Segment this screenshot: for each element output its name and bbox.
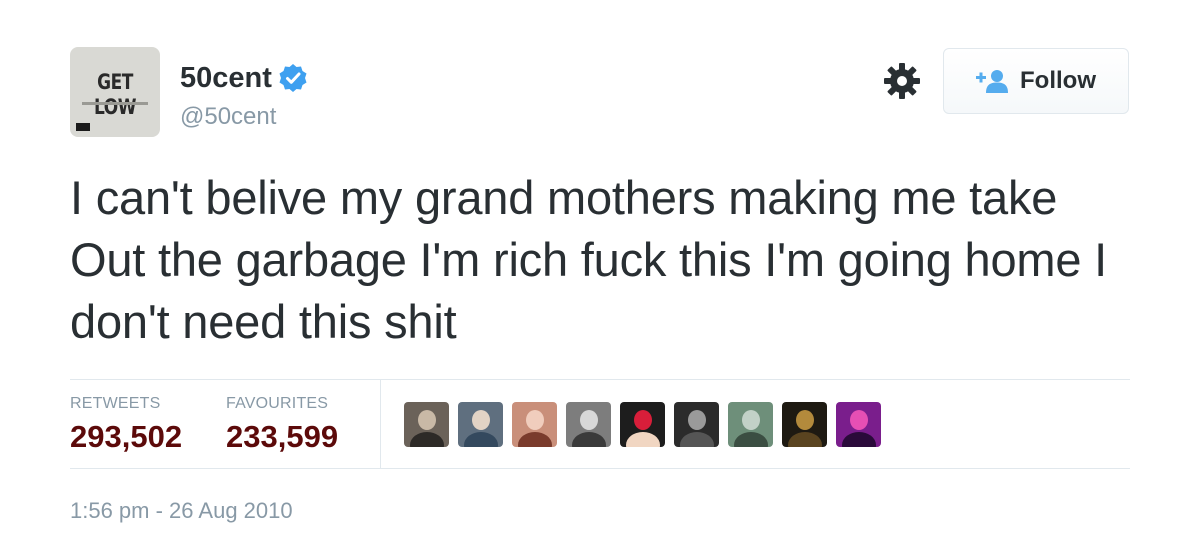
- avatar-face-shape: [472, 410, 490, 430]
- avatar-body-shape: [788, 432, 822, 447]
- avatar-body-shape: [572, 432, 606, 447]
- user-handle[interactable]: @50cent: [180, 103, 276, 131]
- favouriter-avatar[interactable]: [566, 402, 611, 447]
- favouriter-avatar[interactable]: [404, 402, 449, 447]
- avatar-face-shape: [742, 410, 760, 430]
- avatar-face-shape: [634, 410, 652, 430]
- avatar-body-shape: [464, 432, 498, 447]
- avatar-text: GET LOW: [94, 70, 136, 120]
- tweet-text: I can't belive my grand mothers making m…: [70, 171, 1108, 348]
- avatar-face-shape: [580, 410, 598, 430]
- favouriter-avatars: [404, 402, 881, 447]
- verified-badge-icon: [279, 64, 307, 92]
- name-row: 50cent: [180, 58, 308, 98]
- tweet-timestamp[interactable]: 1:56 pm - 26 Aug 2010: [70, 498, 293, 524]
- avatar-face-shape: [850, 410, 868, 430]
- tweet-card: GET LOW 50cent @50cent Follow I can't be…: [0, 0, 1200, 538]
- stats-separator: [380, 380, 381, 468]
- favourites-stat[interactable]: FAVOURITES 233,599: [226, 395, 338, 455]
- gear-icon[interactable]: [883, 62, 921, 100]
- stats-divider-bottom: [70, 468, 1130, 469]
- favouriter-avatar[interactable]: [512, 402, 557, 447]
- avatar-body-shape: [626, 432, 660, 447]
- add-user-icon: [976, 70, 1008, 93]
- favouriter-avatar[interactable]: [836, 402, 881, 447]
- parental-advisory-badge: [76, 123, 90, 131]
- avatar-face-shape: [796, 410, 814, 430]
- favouriter-avatar[interactable]: [728, 402, 773, 447]
- avatar-body-shape: [680, 432, 714, 447]
- avatar-subtext-line: [82, 102, 148, 105]
- display-name[interactable]: 50cent: [180, 63, 272, 93]
- avatar-face-shape: [526, 410, 544, 430]
- favouriter-avatar[interactable]: [782, 402, 827, 447]
- avatar-face-shape: [418, 410, 436, 430]
- favouriter-avatar[interactable]: [620, 402, 665, 447]
- retweets-stat[interactable]: RETWEETS 293,502: [70, 395, 182, 455]
- stats-divider-top: [70, 379, 1130, 380]
- favouriter-avatar[interactable]: [458, 402, 503, 447]
- user-avatar[interactable]: GET LOW: [70, 47, 160, 137]
- retweets-label: RETWEETS: [70, 395, 161, 412]
- favourites-label: FAVOURITES: [226, 395, 329, 412]
- avatar-body-shape: [734, 432, 768, 447]
- avatar-body-shape: [518, 432, 552, 447]
- avatar-face-shape: [688, 410, 706, 430]
- retweets-count: 293,502: [70, 419, 183, 454]
- avatar-body-shape: [410, 432, 444, 447]
- follow-button[interactable]: Follow: [943, 48, 1129, 114]
- favourites-count: 233,599: [226, 419, 339, 454]
- follow-label: Follow: [1020, 67, 1096, 94]
- favouriter-avatar[interactable]: [674, 402, 719, 447]
- avatar-body-shape: [842, 432, 876, 447]
